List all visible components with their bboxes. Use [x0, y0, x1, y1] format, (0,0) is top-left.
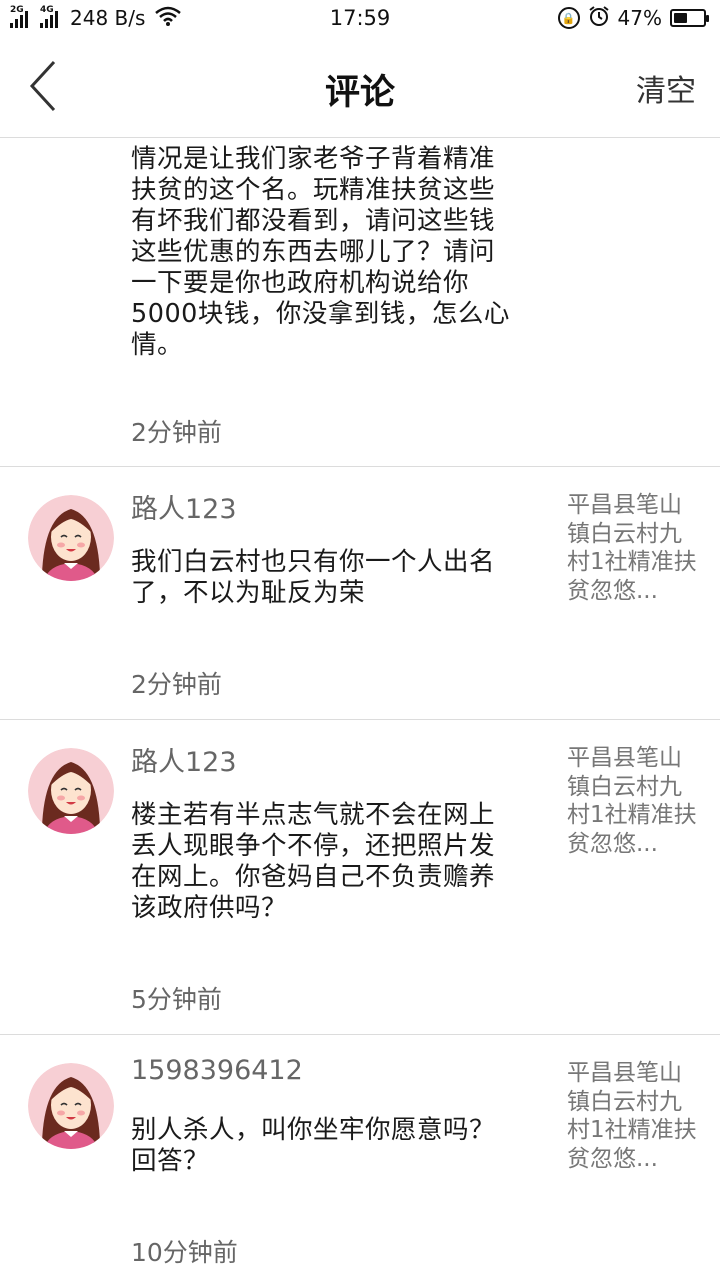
comment-text: 我们白云村也只有你一个人出名了，不以为耻反为荣	[131, 547, 496, 608]
clear-button[interactable]: 清空	[636, 66, 696, 110]
comment-item[interactable]: 情况是让我们家老爷子背着精准扶贫的这个名。玩精准扶贫这些有坏我们都没看到，请问这…	[0, 139, 720, 467]
comment-text: 别人杀人，叫你坐牢你愿意吗？回答？	[131, 1115, 496, 1176]
avatar[interactable]	[28, 1063, 114, 1149]
comment-text: 情况是让我们家老爷子背着精准扶贫的这个名。玩精准扶贫这些有坏我们都没看到，请问这…	[131, 144, 510, 360]
comment-text: 楼主若有半点志气就不会在网上丢人现眼争个不停，还把照片发在网上。你爸妈自己不负责…	[131, 800, 496, 923]
comment-time: 2分钟前	[131, 418, 222, 447]
status-bar: 2G 4G 248 B/s 17:59 🔒 47%	[0, 0, 720, 36]
post-title-link[interactable]: 平昌县笔山镇白云村九村1社精准扶贫忽悠...	[567, 491, 702, 605]
post-title-link[interactable]: 平昌县笔山镇白云村九村1社精准扶贫忽悠...	[567, 1059, 702, 1173]
signal-icon: 4G	[40, 5, 60, 28]
comment-author[interactable]: 路人123	[131, 487, 237, 526]
comment-item[interactable]: 路人123 我们白云村也只有你一个人出名了，不以为耻反为荣 2分钟前 平昌县笔山…	[0, 467, 720, 720]
comment-time: 2分钟前	[131, 670, 222, 699]
comment-time: 5分钟前	[131, 985, 222, 1014]
battery-icon	[670, 9, 709, 27]
page-title: 评论	[324, 73, 395, 113]
comment-item[interactable]: 1598396412 别人杀人，叫你坐牢你愿意吗？回答？ 10分钟前 平昌县笔山…	[0, 1035, 720, 1280]
avatar[interactable]	[28, 748, 114, 834]
comment-item[interactable]: 路人123 楼主若有半点志气就不会在网上丢人现眼争个不停，还把照片发在网上。你爸…	[0, 720, 720, 1035]
avatar[interactable]	[28, 495, 114, 581]
network-speed: 248 B/s	[70, 6, 146, 30]
comment-author[interactable]: 路人123	[131, 740, 237, 779]
battery-percent: 47%	[617, 6, 662, 30]
header: 评论 清空	[0, 36, 720, 138]
lock-rotation-icon: 🔒	[557, 7, 580, 29]
post-title-link[interactable]: 平昌县笔山镇白云村九村1社精准扶贫忽悠...	[567, 744, 702, 858]
comment-list: 情况是让我们家老爷子背着精准扶贫的这个名。玩精准扶贫这些有坏我们都没看到，请问这…	[0, 139, 720, 1280]
alarm-icon	[588, 5, 610, 32]
comment-author[interactable]: 1598396412	[131, 1055, 303, 1086]
wifi-icon	[155, 6, 182, 31]
comment-time: 10分钟前	[131, 1238, 238, 1267]
signal-icon: 2G	[10, 5, 30, 28]
